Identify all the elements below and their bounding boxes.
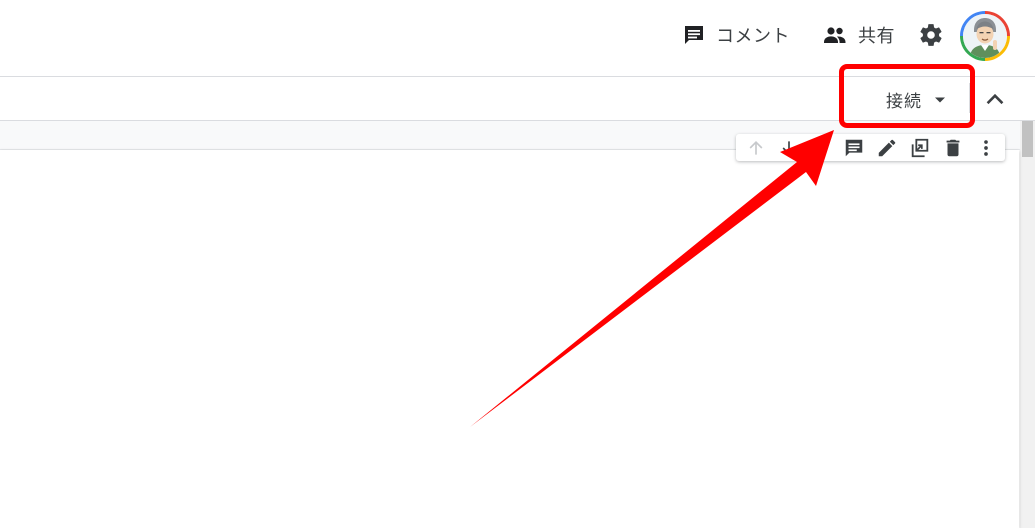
delete-cell-button[interactable] bbox=[940, 136, 966, 160]
delete-icon bbox=[946, 139, 960, 156]
more-options-button[interactable] bbox=[973, 136, 999, 160]
comment-label: コメント bbox=[716, 26, 790, 46]
comment-icon bbox=[845, 139, 863, 156]
cell-toolbar bbox=[736, 134, 1005, 161]
avatar[interactable] bbox=[960, 11, 1010, 61]
chevron-up-icon bbox=[986, 93, 1004, 105]
edit-icon bbox=[878, 139, 896, 156]
add-comment-button[interactable] bbox=[841, 136, 867, 160]
scrollbar-thumb[interactable] bbox=[1022, 121, 1033, 157]
comment-icon bbox=[685, 26, 703, 44]
annotation-highlight-box bbox=[839, 64, 975, 128]
arrow-down-icon bbox=[782, 140, 796, 155]
collapse-header-button[interactable] bbox=[982, 86, 1008, 112]
mirror-cell-button[interactable] bbox=[907, 136, 933, 160]
arrow-up-icon bbox=[749, 140, 763, 155]
move-cell-up-button[interactable] bbox=[743, 136, 769, 160]
settings-button[interactable] bbox=[918, 22, 944, 48]
move-cell-down-button[interactable] bbox=[776, 136, 802, 160]
share-label: 共有 bbox=[858, 26, 895, 46]
notebook-cell[interactable] bbox=[0, 150, 1019, 528]
comment-button[interactable]: コメント bbox=[682, 20, 790, 50]
avatar-image bbox=[963, 14, 1007, 58]
edit-cell-button[interactable] bbox=[874, 136, 900, 160]
more-vert-icon bbox=[984, 139, 988, 156]
share-button[interactable]: 共有 bbox=[822, 20, 895, 50]
mirror-cell-icon bbox=[911, 138, 929, 157]
vertical-scrollbar[interactable] bbox=[1020, 121, 1035, 528]
gear-icon bbox=[920, 24, 942, 46]
people-icon bbox=[824, 27, 846, 43]
